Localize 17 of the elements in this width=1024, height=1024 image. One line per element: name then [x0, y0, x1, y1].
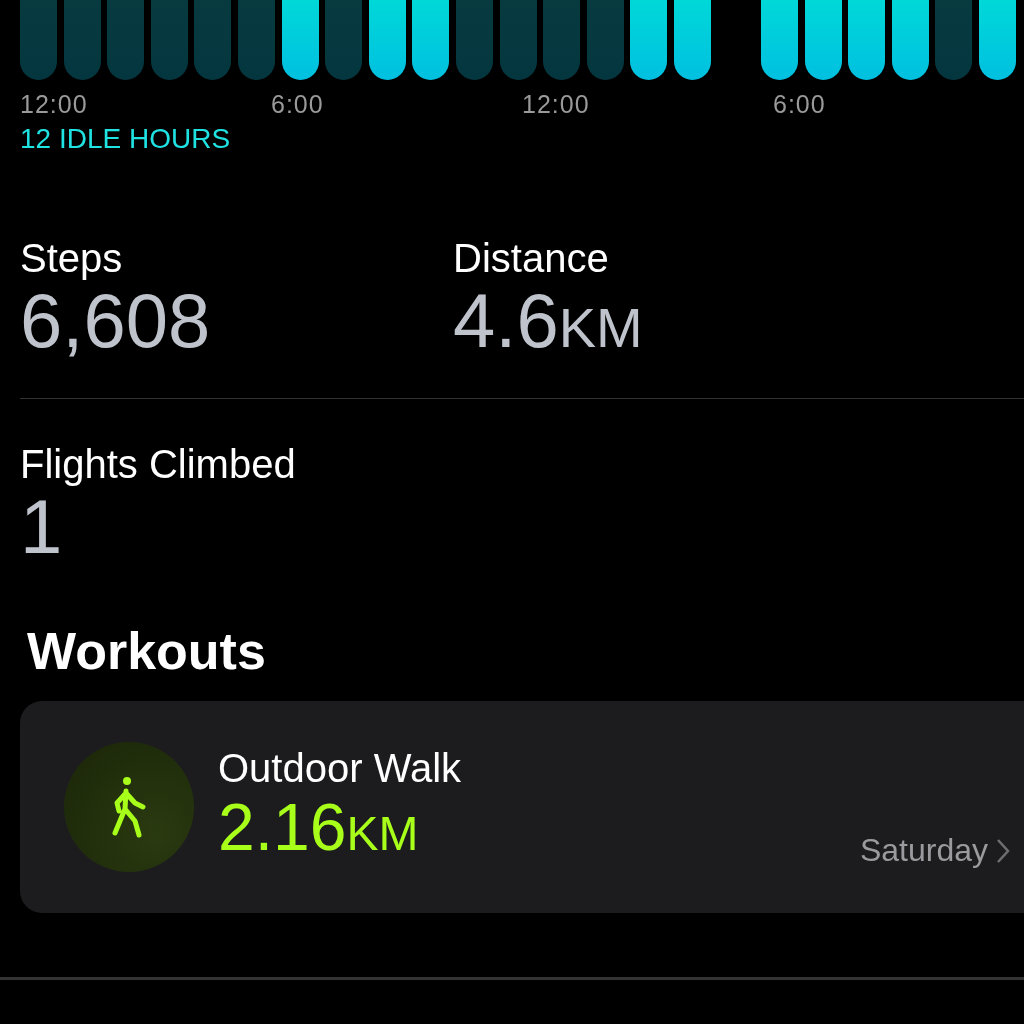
metric-value: 6,608 [20, 281, 211, 361]
metric-label: Flights Climbed [20, 441, 297, 487]
section-title: Workouts [27, 621, 267, 681]
time-label: 12:00 [522, 90, 591, 119]
workout-card[interactable]: Outdoor Walk 2.16KM Saturday [20, 701, 1024, 913]
time-label: 6:00 [271, 90, 325, 119]
workout-distance: 2.16KM [218, 790, 419, 866]
metric-value: 1 [20, 487, 63, 567]
metric-label: Distance [453, 235, 610, 281]
metric-label: Steps [20, 235, 124, 281]
chevron-icon [996, 837, 1010, 864]
workout-name: Outdoor Walk [218, 744, 463, 791]
time-label: 12:00 [20, 90, 89, 119]
metric-value: 4.6KM [453, 281, 643, 365]
time-label: 6:00 [773, 90, 827, 119]
workout-date: Saturday [859, 832, 988, 869]
idle-hours-summary: 12 IDLE HOURS [20, 123, 232, 155]
